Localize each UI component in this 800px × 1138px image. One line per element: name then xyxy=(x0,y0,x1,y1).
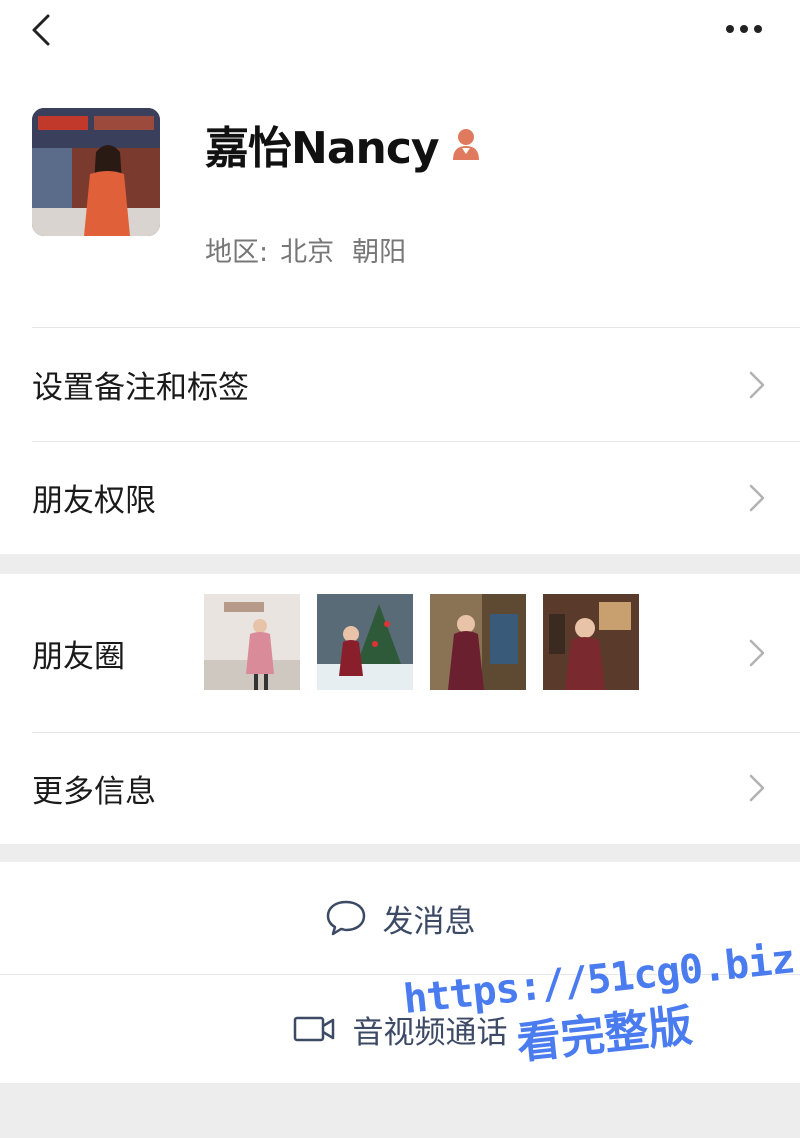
region-district: 朝阳 xyxy=(352,237,407,268)
moments-photo xyxy=(430,594,526,690)
info-group: 朋友圈 更多信息 xyxy=(0,574,800,844)
chevron-right-icon xyxy=(749,774,765,802)
set-remark-row[interactable]: 设置备注和标签 xyxy=(0,328,800,441)
name-row: 嘉怡Nancy xyxy=(205,114,483,174)
top-bar xyxy=(0,0,800,70)
send-message-label: 发消息 xyxy=(382,903,476,940)
settings-group: 设置备注和标签 朋友权限 xyxy=(0,328,800,554)
more-options-icon[interactable] xyxy=(722,14,770,44)
moments-photo xyxy=(317,594,413,690)
moments-photo xyxy=(543,594,639,690)
moments-thumbnails xyxy=(204,594,656,690)
chevron-right-icon xyxy=(749,484,765,511)
female-icon xyxy=(452,129,479,160)
region-info: 地区: 北京 朝阳 xyxy=(205,230,406,269)
video-camera-icon xyxy=(293,1016,334,1042)
chevron-right-icon xyxy=(749,639,765,667)
friend-permission-label: 朋友权限 xyxy=(32,483,156,519)
region-city: 北京 xyxy=(280,237,335,268)
moments-row[interactable]: 朋友圈 xyxy=(0,574,800,732)
avatar[interactable] xyxy=(32,108,160,236)
more-info-row[interactable]: 更多信息 xyxy=(0,732,800,844)
profile-header: 嘉怡Nancy 地区: 北京 朝阳 xyxy=(0,70,800,328)
friend-permission-row[interactable]: 朋友权限 xyxy=(0,441,800,554)
chat-bubble-icon xyxy=(326,900,365,936)
profile-name: 嘉怡Nancy xyxy=(205,123,440,174)
back-icon[interactable] xyxy=(24,10,64,50)
chevron-right-icon xyxy=(749,371,765,398)
moments-label: 朋友圈 xyxy=(32,638,125,675)
region-label: 地区: xyxy=(205,237,269,268)
more-info-label: 更多信息 xyxy=(32,773,156,810)
set-remark-label: 设置备注和标签 xyxy=(32,370,249,406)
moments-photo xyxy=(204,594,300,690)
